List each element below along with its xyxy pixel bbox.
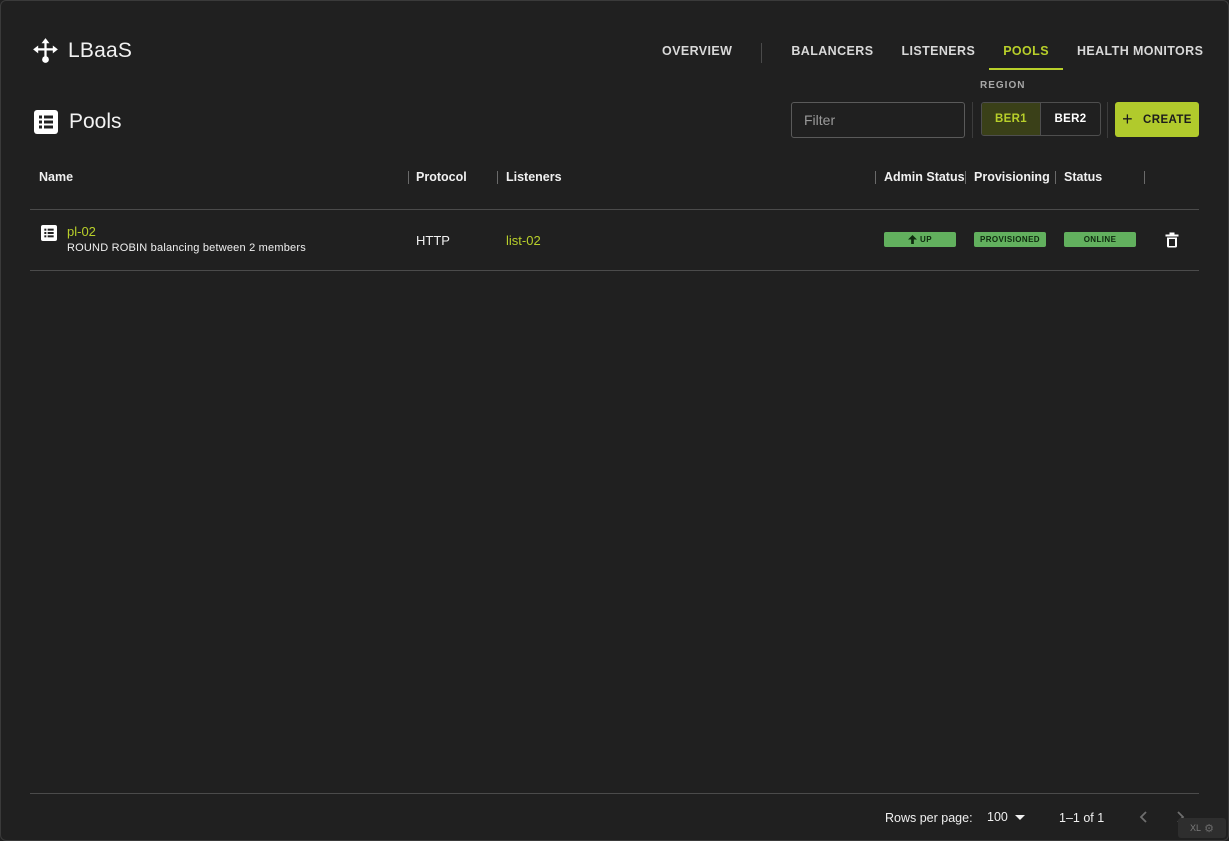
table-header-divider xyxy=(30,209,1199,210)
column-header-listeners[interactable]: Listeners xyxy=(506,170,562,184)
region-ber1-button[interactable]: BER1 xyxy=(982,103,1041,135)
toolbar-divider xyxy=(1107,102,1108,138)
toolbar-divider xyxy=(972,102,973,138)
pool-description: ROUND ROBIN balancing between 2 members xyxy=(67,242,306,254)
rows-per-page-select[interactable]: 100 xyxy=(987,810,1025,824)
page-title: Pools xyxy=(69,110,122,133)
nav-divider xyxy=(761,43,763,63)
app-name: LBaaS xyxy=(68,38,133,62)
protocol-cell: HTTP xyxy=(416,233,450,248)
column-resize-handle[interactable] xyxy=(875,171,876,184)
arrow-up-icon xyxy=(908,235,918,244)
column-header-admin-status[interactable]: Admin Status xyxy=(884,170,965,184)
pagination-range: 1–1 of 1 xyxy=(1059,811,1105,825)
main-nav: OVERVIEW BALANCERS LISTENERS POOLS HEALT… xyxy=(648,35,1217,75)
create-button-label: CREATE xyxy=(1143,113,1192,126)
rows-per-page-label: Rows per page: xyxy=(885,811,973,825)
region-switch: BER1 BER2 xyxy=(981,102,1101,136)
list-icon xyxy=(41,225,57,241)
column-resize-handle[interactable] xyxy=(1055,171,1056,184)
region-label: REGION xyxy=(980,80,1026,91)
provisioning-badge: PROVISIONED xyxy=(974,232,1046,247)
plus-icon: + xyxy=(1122,108,1134,129)
column-resize-handle[interactable] xyxy=(965,171,966,184)
caret-down-icon xyxy=(1014,814,1025,820)
gear-icon: ⚙ xyxy=(1204,822,1214,835)
size-indicator-badge: XL ⚙ xyxy=(1178,818,1226,838)
create-button[interactable]: + CREATE xyxy=(1115,102,1199,137)
column-resize-handle[interactable] xyxy=(497,171,498,184)
column-header-status[interactable]: Status xyxy=(1064,170,1102,184)
nav-pools[interactable]: POOLS xyxy=(989,35,1063,70)
status-badge: ONLINE xyxy=(1064,232,1136,247)
table-row-divider xyxy=(30,270,1199,271)
brand[interactable]: LBaaS xyxy=(32,37,132,64)
region-ber2-button[interactable]: BER2 xyxy=(1041,103,1100,135)
column-resize-handle[interactable] xyxy=(408,171,409,184)
column-header-name[interactable]: Name xyxy=(39,170,73,184)
trash-icon[interactable] xyxy=(1165,232,1179,248)
arrows-split-icon xyxy=(33,38,58,63)
footer-divider xyxy=(30,793,1199,794)
nav-health-monitors[interactable]: HEALTH MONITORS xyxy=(1063,35,1217,70)
nav-balancers[interactable]: BALANCERS xyxy=(777,35,887,70)
filter-input[interactable] xyxy=(791,102,965,138)
nav-listeners[interactable]: LISTENERS xyxy=(887,35,989,70)
size-indicator-label: XL xyxy=(1190,823,1202,833)
nav-overview[interactable]: OVERVIEW xyxy=(648,35,746,70)
admin-status-badge: UP xyxy=(884,232,956,247)
page-header: Pools xyxy=(34,110,122,134)
column-header-protocol[interactable]: Protocol xyxy=(416,170,467,184)
column-resize-handle[interactable] xyxy=(1144,171,1145,184)
list-icon xyxy=(34,110,58,134)
rows-per-page-value: 100 xyxy=(987,810,1008,824)
listener-link[interactable]: list-02 xyxy=(506,233,541,248)
admin-status-label: UP xyxy=(920,235,932,244)
pool-name-link[interactable]: pl-02 xyxy=(67,224,96,239)
column-header-provisioning[interactable]: Provisioning xyxy=(974,170,1050,184)
prev-page-icon[interactable] xyxy=(1137,809,1151,825)
